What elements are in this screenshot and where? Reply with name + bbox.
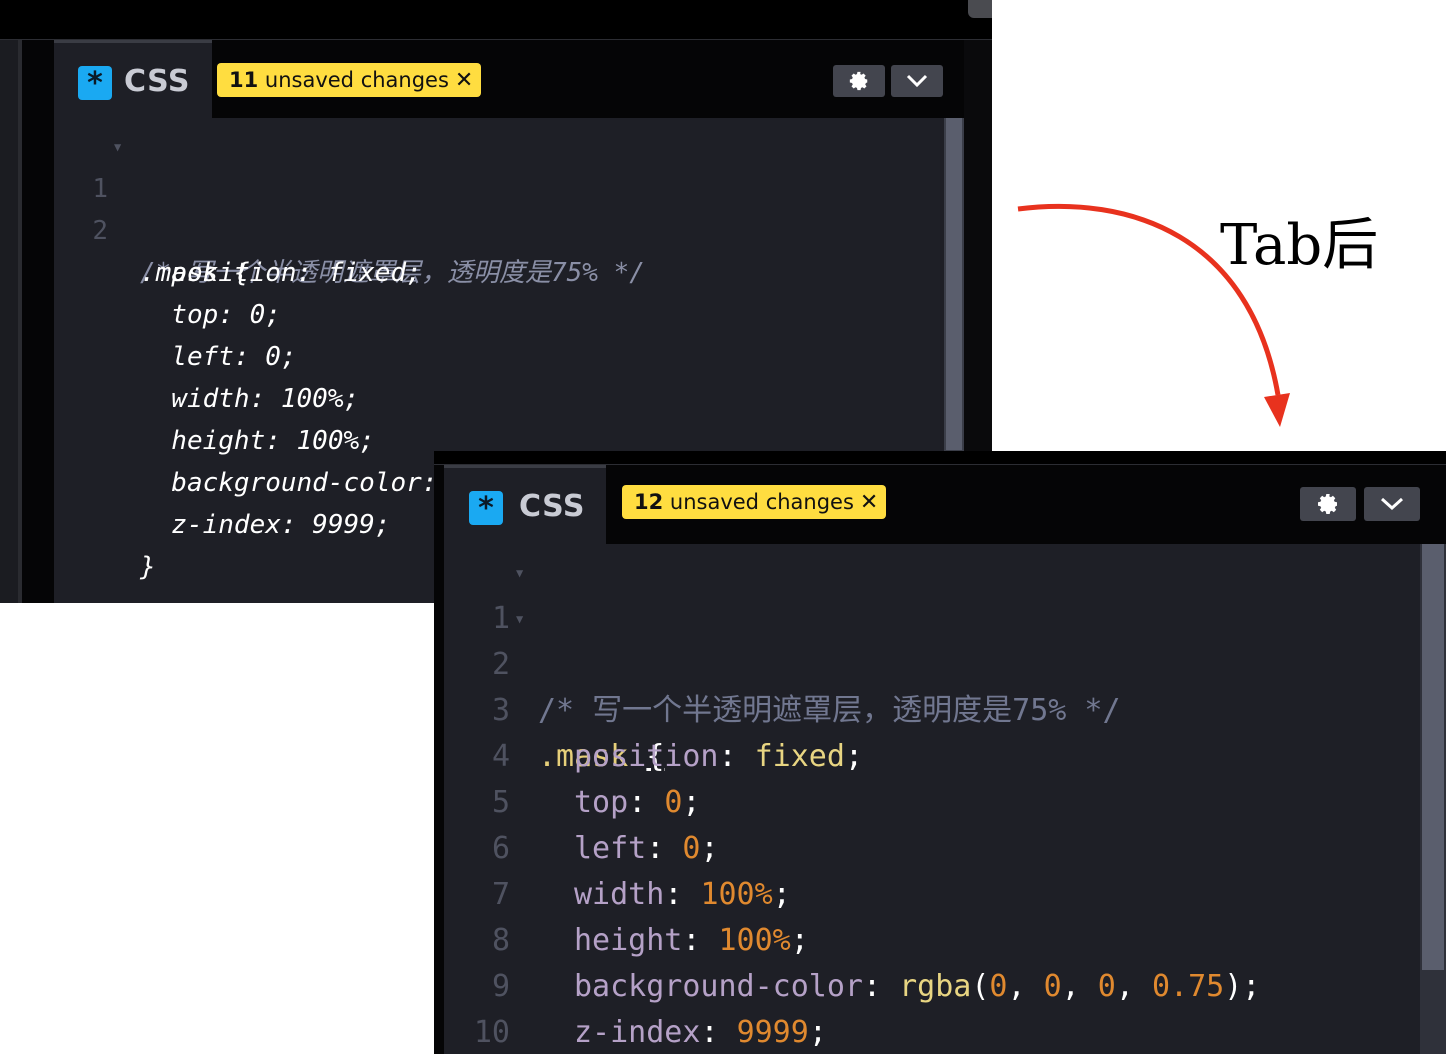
fold-arrow-icon[interactable]: ▼ — [516, 550, 523, 596]
editor-after: * CSS 12 unsaved changes ✕ 1 ▼ /* 写一个半透明遮… — [434, 451, 1446, 1054]
code-line: height: 100%; — [54, 378, 944, 456]
top-bar — [0, 0, 992, 40]
code-line: 2 ▼ .mask { — [444, 596, 1420, 774]
close-icon[interactable]: ✕ — [860, 486, 878, 520]
gear-icon — [1318, 494, 1337, 514]
scrollbar-thumb[interactable] — [1422, 544, 1444, 970]
annotation-label: Tab后 — [1220, 213, 1379, 278]
scrollbar-thumb[interactable] — [946, 118, 962, 450]
code-line: 7 height: 100%; — [444, 826, 1420, 958]
vertical-scrollbar[interactable] — [1420, 544, 1446, 1054]
code-text: } — [140, 552, 156, 582]
code-line: 1 ▼ /* 写一个半透明遮罩层，透明度是75% */ — [444, 550, 1420, 728]
gear-icon — [849, 71, 868, 91]
code-line: 8 background-color: rgba(0, 0, 0, 0.75); — [444, 872, 1420, 1004]
tab-title: CSS — [124, 64, 190, 99]
code-line: 5 left: 0; — [444, 734, 1420, 866]
editor-header: * CSS 11 unsaved changes ✕ — [54, 40, 964, 118]
editor-header: * CSS 12 unsaved changes ✕ — [444, 465, 1446, 544]
code-line: 1 ▼ /* 写一个半透明遮罩层，透明度是75% */ — [54, 126, 944, 288]
code-text: z-index: 9999; — [574, 1015, 827, 1050]
code-line: left: 0; — [54, 294, 944, 372]
chevron-down-icon — [906, 74, 928, 88]
left-gutter — [434, 465, 444, 1054]
settings-button[interactable] — [833, 65, 885, 97]
asterisk-icon: * — [78, 66, 112, 101]
unsaved-changes-badge[interactable]: 12 unsaved changes ✕ — [622, 485, 887, 520]
left-gutter — [0, 40, 54, 603]
unsaved-count: 11 — [229, 68, 259, 92]
unsaved-count: 12 — [634, 490, 664, 514]
asterisk-icon: * — [469, 491, 503, 526]
gutter-strip — [22, 40, 54, 603]
gutter-strip — [0, 40, 18, 603]
line-number: 10 — [473, 1015, 510, 1050]
value-token: 9999 — [736, 1015, 809, 1050]
dropdown-button[interactable] — [891, 65, 943, 97]
tab-title: CSS — [519, 489, 585, 524]
unsaved-label: unsaved changes — [663, 490, 854, 514]
code-line: width: 100%; — [54, 336, 944, 414]
code-line: 2 .mask { — [54, 168, 944, 288]
property-token: z-index — [574, 1015, 701, 1050]
unsaved-label: unsaved changes — [258, 68, 449, 92]
chevron-down-icon — [1380, 497, 1404, 511]
fold-arrow-icon[interactable]: ▼ — [516, 596, 523, 642]
code-line: 6 width: 100%; — [444, 780, 1420, 912]
code-line: 9 z-index: 9999; — [444, 918, 1420, 1050]
top-bar-nub — [968, 0, 992, 18]
dropdown-button[interactable] — [1364, 487, 1420, 521]
unsaved-changes-badge[interactable]: 11 unsaved changes ✕ — [217, 63, 482, 98]
code-line: position: fixed; — [54, 210, 944, 288]
fold-arrow-icon[interactable]: ▼ — [114, 126, 121, 168]
close-icon[interactable]: ✕ — [455, 64, 473, 98]
code-line: 4 top: 0; — [444, 688, 1420, 820]
code-line: 3 position: fixed; — [444, 642, 1420, 774]
settings-button[interactable] — [1300, 487, 1356, 521]
code-line: 10 } — [444, 964, 1420, 1050]
code-line: top: 0; — [54, 252, 944, 330]
code-area[interactable]: 1 ▼ /* 写一个半透明遮罩层，透明度是75% */ 2 ▼ .mask { … — [444, 544, 1420, 1054]
top-bar — [434, 451, 1446, 465]
